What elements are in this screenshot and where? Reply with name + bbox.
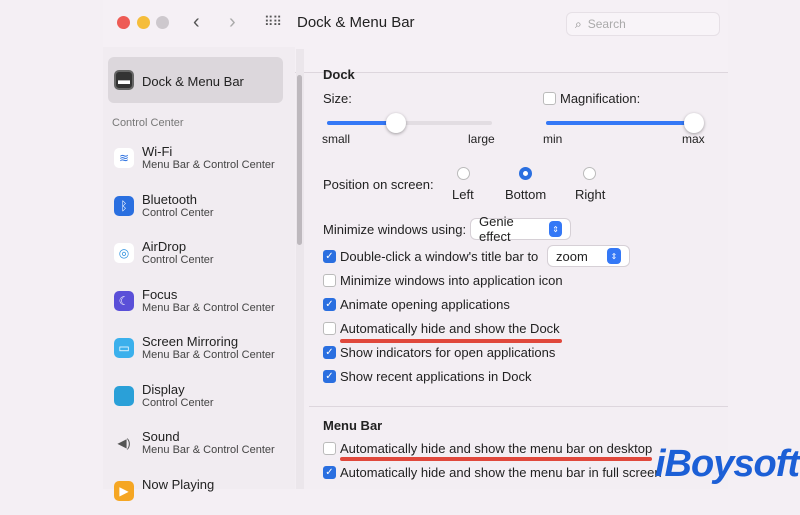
sidebar-section-label: Control Center xyxy=(112,117,184,129)
checkbox-label: Automatically hide and show the menu bar… xyxy=(340,441,653,456)
sidebar-item-label: Now Playing xyxy=(142,476,215,492)
magnification-label: Magnification: xyxy=(560,91,641,106)
minimize-label: Minimize windows using: xyxy=(323,222,467,237)
position-label: Position on screen: xyxy=(323,177,434,192)
size-label: Size: xyxy=(323,91,352,106)
play-icon: ▶ xyxy=(114,480,134,501)
minimize-button[interactable] xyxy=(137,16,150,29)
double-click-action-popup[interactable]: zoom ⇕ xyxy=(548,246,629,266)
sidebar-item-sublabel: Menu Bar & Control Center xyxy=(142,444,275,456)
iboysoft-logo: iBoysoft xyxy=(655,443,800,485)
wifi-icon: ≋ xyxy=(114,148,134,168)
sidebar-item-label: Dock & Menu Bar xyxy=(142,74,244,89)
checkbox[interactable]: ✓ xyxy=(323,298,336,311)
magnification-slider-knob[interactable] xyxy=(684,113,704,133)
checkbox-label: Automatically hide and show the Dock xyxy=(340,321,560,336)
forward-icon[interactable]: › xyxy=(229,11,236,34)
magnification-min-label: min xyxy=(543,132,563,146)
window-title: Dock & Menu Bar xyxy=(297,14,415,31)
checkbox[interactable]: ✓ xyxy=(323,370,336,383)
checkbox[interactable]: ✓ xyxy=(323,346,336,359)
checkbox-label: Animate opening applications xyxy=(340,297,510,312)
sidebar-item-sublabel: Menu Bar & Control Center xyxy=(142,159,275,171)
sidebar-item-label: Display xyxy=(142,381,185,397)
back-icon[interactable]: ‹ xyxy=(193,11,200,34)
position-bottom-radio[interactable] xyxy=(519,167,532,180)
sidebar-item-label: Focus xyxy=(142,286,178,302)
position-left-label: Left xyxy=(452,187,474,202)
chevron-updown-icon: ⇕ xyxy=(549,221,562,237)
dock-icon: ▬ xyxy=(114,70,134,90)
speaker-icon: ◀) xyxy=(117,436,131,450)
sidebar-item-label: AirDrop xyxy=(142,239,187,254)
checkbox[interactable] xyxy=(323,274,336,287)
search-icon: ⌕ xyxy=(575,16,582,31)
magnification-max-label: max xyxy=(682,132,705,146)
search-field[interactable]: ⌕ Search xyxy=(566,12,720,36)
checkbox-label: Automatically hide and show the menu bar… xyxy=(340,465,662,480)
position-right-radio[interactable] xyxy=(583,167,596,180)
magnification-checkbox[interactable] xyxy=(543,92,556,105)
popup-value: zoom xyxy=(556,248,588,264)
sidebar-item-label: Sound xyxy=(142,429,180,444)
sidebar-item-label: Screen Mirroring xyxy=(142,334,239,349)
menubar-heading: Menu Bar xyxy=(323,418,383,433)
size-min-label: small xyxy=(322,132,351,146)
position-bottom-label: Bottom xyxy=(505,187,547,202)
close-button[interactable] xyxy=(117,16,130,29)
sidebar-item-sublabel: Menu Bar & Control Center xyxy=(142,301,275,314)
sidebar-item-sublabel: Menu Bar & Control Center xyxy=(142,349,275,361)
sidebar-item-label: Bluetooth xyxy=(142,191,197,207)
sidebar-item-label: Wi-Fi xyxy=(142,144,173,159)
checkbox-label: Show recent applications in Dock xyxy=(340,369,532,384)
popup-value: Genie effect xyxy=(479,214,514,244)
minimize-effect-popup[interactable]: Genie effect ⇕ xyxy=(471,214,570,244)
airdrop-icon: ◎ xyxy=(114,243,134,263)
moon-icon: ☾ xyxy=(114,290,134,311)
size-max-label: large xyxy=(468,132,495,146)
zoom-button[interactable] xyxy=(156,16,169,29)
search-placeholder: Search xyxy=(587,17,626,31)
double-click-checkbox[interactable]: ✓ xyxy=(323,250,336,263)
position-right-label: Right xyxy=(575,187,606,202)
sidebar-item-sublabel: Control Center xyxy=(142,254,214,266)
highlight-underline xyxy=(340,339,562,343)
screen-mirroring-icon: ▭ xyxy=(114,338,134,358)
sidebar-item-sublabel: Control Center xyxy=(142,206,214,219)
dock-heading: Dock xyxy=(323,67,355,82)
size-slider[interactable] xyxy=(327,121,492,125)
sidebar-item-sublabel: Control Center xyxy=(142,396,214,409)
checkbox-label: Minimize windows into application icon xyxy=(340,273,563,288)
position-left-radio[interactable] xyxy=(457,167,470,180)
checkbox[interactable] xyxy=(323,322,336,335)
highlight-underline xyxy=(340,457,652,461)
grid-icon[interactable]: ⠿⠿ xyxy=(264,14,282,30)
checkbox-label: Show indicators for open applications xyxy=(340,345,556,360)
checkbox[interactable]: ✓ xyxy=(323,466,336,479)
section-divider xyxy=(309,406,728,407)
chevron-updown-icon: ⇕ xyxy=(607,248,621,264)
double-click-label: Double-click a window's title bar to xyxy=(340,249,539,264)
bluetooth-icon: ᛒ xyxy=(114,195,134,216)
checkbox[interactable] xyxy=(323,442,336,455)
scrollbar-thumb[interactable] xyxy=(297,75,302,245)
magnification-slider[interactable] xyxy=(546,121,694,125)
display-icon xyxy=(114,385,134,406)
